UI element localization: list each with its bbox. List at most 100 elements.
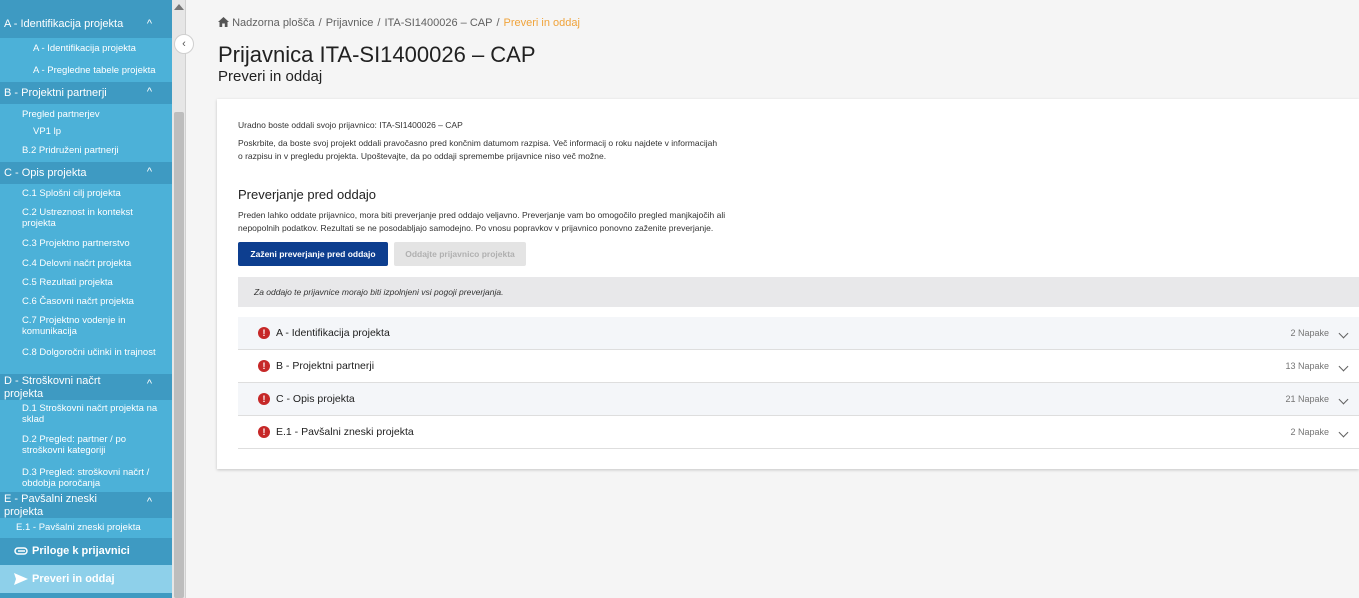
sidebar-item-label: A - Identifikacija projekta — [33, 43, 136, 54]
sidebar-item-d2[interactable]: D.2 Pregled: partner / po stroškovni kat… — [0, 430, 172, 464]
chevron-up-icon: ^ — [146, 378, 152, 390]
breadcrumb-separator: / — [377, 17, 381, 29]
sidebar-section-label: E - Pavšalni zneski projekta — [4, 493, 97, 518]
chevron-up-icon: ^ — [146, 86, 152, 98]
breadcrumb-applications[interactable]: Prijavnice — [326, 17, 374, 29]
sidebar-section-label: A - Identifikacija projekta — [4, 18, 124, 30]
sidebar-section-e[interactable]: E - Pavšalni zneski projekta ^ — [0, 492, 172, 518]
chevron-up-icon: ^ — [146, 496, 152, 508]
sidebar-section-c[interactable]: C - Opis projekta ^ — [0, 162, 172, 184]
intro-text: o razpisu in v pregledu projekta. Upošte… — [238, 151, 607, 161]
error-icon: ! — [258, 393, 270, 405]
error-icon: ! — [258, 327, 270, 339]
sidebar-section-b[interactable]: B - Projektni partnerji ^ — [0, 82, 172, 104]
send-icon — [14, 573, 28, 586]
sidebar-item-c7[interactable]: C.7 Projektno vodenje in komunikacija — [0, 312, 172, 344]
chevron-down-icon[interactable] — [1338, 394, 1349, 405]
sidebar-item-b2[interactable]: B.2 Pridruženi partnerji — [0, 140, 172, 162]
collapse-sidebar-button[interactable]: ‹ — [174, 34, 194, 54]
chevron-left-icon: ‹ — [182, 38, 186, 50]
scroll-up-arrow-icon[interactable] — [174, 4, 184, 10]
error-row-label: C - Opis projekta — [276, 393, 355, 405]
error-row-c[interactable]: ! C - Opis projekta 21 Napake — [238, 383, 1359, 416]
error-count: 13 Napake — [1285, 361, 1329, 371]
sidebar-attachments-label: Priloge k prijavnici — [32, 545, 130, 557]
chevron-up-icon: ^ — [146, 18, 152, 30]
sidebar-item-label: D.3 Pregled: stroškovni načrt / obdobja … — [22, 467, 150, 489]
error-icon: ! — [258, 426, 270, 438]
paperclip-icon — [14, 547, 28, 555]
sidebar-item-d3[interactable]: D.3 Pregled: stroškovni načrt / obdobja … — [0, 464, 172, 492]
breadcrumb: Nadzorna plošča / Prijavnice / ITA-SI1400026… — [218, 17, 580, 29]
submit-card: Uradno boste oddali svojo prijavnico: IT… — [217, 99, 1359, 469]
breadcrumb-separator: / — [318, 17, 322, 29]
sidebar-item-c5[interactable]: C.5 Rezultati projekta — [0, 274, 172, 292]
sidebar-item-e1[interactable]: E.1 - Pavšalni zneski projekta — [0, 518, 172, 538]
sidebar-section-label: C - Opis projekta — [4, 167, 87, 179]
chevron-down-icon[interactable] — [1338, 328, 1349, 339]
error-row-label: A - Identifikacija projekta — [276, 327, 390, 339]
check-description: Preden lahko oddate prijavnico, mora bit… — [238, 210, 726, 220]
sidebar-section-a[interactable]: A - Identifikacija projekta ^ — [0, 12, 172, 38]
sidebar-item-label: C.2 Ustreznost in kontekst projekta — [22, 207, 133, 229]
sidebar-item-label: C.4 Delovni načrt projekta — [22, 258, 132, 269]
check-description: nepopolnih podatkov. Rezultati se ne pos… — [238, 223, 714, 233]
sidebar-scrollbar[interactable] — [172, 0, 186, 598]
intro-text: Poskrbite, da boste svoj projekt oddali … — [238, 138, 718, 148]
sidebar-item-a-tables[interactable]: A - Pregledne tabele projekta — [0, 60, 172, 82]
submit-application-button[interactable]: Oddajte prijavnico projekta — [394, 242, 526, 266]
sidebar-item-c2[interactable]: C.2 Ustreznost in kontekst projekta — [0, 204, 172, 234]
error-row-b[interactable]: ! B - Projektni partnerji 13 Napake — [238, 350, 1359, 383]
sidebar-item-label: Pregled partnerjev — [22, 109, 100, 120]
chevron-down-icon[interactable] — [1338, 427, 1349, 438]
sidebar-item-partners-overview[interactable]: Pregled partnerjev — [0, 104, 172, 124]
sidebar-item-label: C.1 Splošni cilj projekta — [22, 188, 121, 199]
error-row-e1[interactable]: ! E.1 - Pavšalni zneski projekta 2 Napak… — [238, 416, 1359, 449]
breadcrumb-application[interactable]: ITA-SI1400026 – CAP — [384, 17, 492, 29]
sidebar-item-label: B.2 Pridruženi partnerji — [22, 145, 119, 156]
sidebar: A - Identifikacija projekta ^ A - Identi… — [0, 0, 172, 598]
sidebar-section-label: D - Stroškovni načrt projekta — [4, 375, 101, 400]
breadcrumb-dashboard[interactable]: Nadzorna plošča — [232, 17, 315, 29]
sidebar-item-c4[interactable]: C.4 Delovni načrt projekta — [0, 254, 172, 274]
sidebar-item-label: D.2 Pregled: partner / po stroškovni kat… — [22, 434, 127, 456]
sidebar-item-label: D.1 Stroškovni načrt projekta na sklad — [22, 403, 158, 425]
sidebar-item-label: A - Pregledne tabele projekta — [33, 65, 156, 76]
check-section-title: Preverjanje pred oddajo — [238, 187, 377, 202]
sidebar-item-vp1[interactable]: VP1 lp — [0, 124, 172, 140]
sidebar-item-label: C.7 Projektno vodenje in komunikacija — [22, 315, 126, 337]
sidebar-item-d1[interactable]: D.1 Stroškovni načrt projekta na sklad — [0, 400, 172, 430]
sidebar-item-label: VP1 lp — [33, 126, 61, 137]
breadcrumb-separator: / — [496, 17, 500, 29]
sidebar-submit-link[interactable]: Preveri in oddaj — [0, 565, 172, 593]
sidebar-item-c1[interactable]: C.1 Splošni cilj projekta — [0, 184, 172, 204]
sidebar-item-label: C.3 Projektno partnerstvo — [22, 238, 130, 249]
run-check-button[interactable]: Zaženi preverjanje pred oddajo — [238, 242, 388, 266]
sidebar-item-a-identification[interactable]: A - Identifikacija projekta — [0, 38, 172, 60]
sidebar-item-label: C.6 Časovni načrt projekta — [22, 296, 134, 307]
sidebar-item-label: E.1 - Pavšalni zneski projekta — [16, 522, 141, 533]
error-row-label: B - Projektni partnerji — [276, 360, 375, 372]
sidebar-submit-label: Preveri in oddaj — [32, 573, 115, 585]
error-row-a[interactable]: ! A - Identifikacija projekta 2 Napake — [238, 317, 1359, 350]
sidebar-item-label: C.5 Rezultati projekta — [22, 277, 113, 288]
sidebar-item-c3[interactable]: C.3 Projektno partnerstvo — [0, 234, 172, 254]
error-count: 2 Napake — [1290, 427, 1329, 437]
submit-notice: Za oddajo te prijavnice morajo biti izpo… — [238, 277, 1359, 307]
error-count: 2 Napake — [1290, 328, 1329, 338]
intro-text: Uradno boste oddali svojo prijavnico: IT… — [238, 120, 463, 130]
chevron-up-icon: ^ — [146, 166, 152, 178]
page-subtitle: Preveri in oddaj — [218, 68, 323, 85]
error-row-label: E.1 - Pavšalni zneski projekta — [276, 426, 414, 438]
breadcrumb-current: Preveri in oddaj — [503, 17, 580, 29]
sidebar-item-c6[interactable]: C.6 Časovni načrt projekta — [0, 292, 172, 312]
chevron-down-icon[interactable] — [1338, 361, 1349, 372]
sidebar-attachments-link[interactable]: Priloge k prijavnici — [0, 538, 172, 564]
sidebar-section-label: B - Projektni partnerji — [4, 87, 107, 99]
sidebar-section-d[interactable]: D - Stroškovni načrt projekta ^ — [0, 374, 172, 400]
home-icon[interactable] — [218, 17, 229, 27]
page-title: Prijavnica ITA-SI1400026 – CAP — [218, 42, 536, 67]
sidebar-item-label: C.8 Dolgoročni učinki in trajnost — [22, 347, 156, 358]
scrollbar-thumb[interactable] — [174, 112, 184, 598]
sidebar-item-c8[interactable]: C.8 Dolgoročni učinki in trajnost — [0, 344, 172, 374]
